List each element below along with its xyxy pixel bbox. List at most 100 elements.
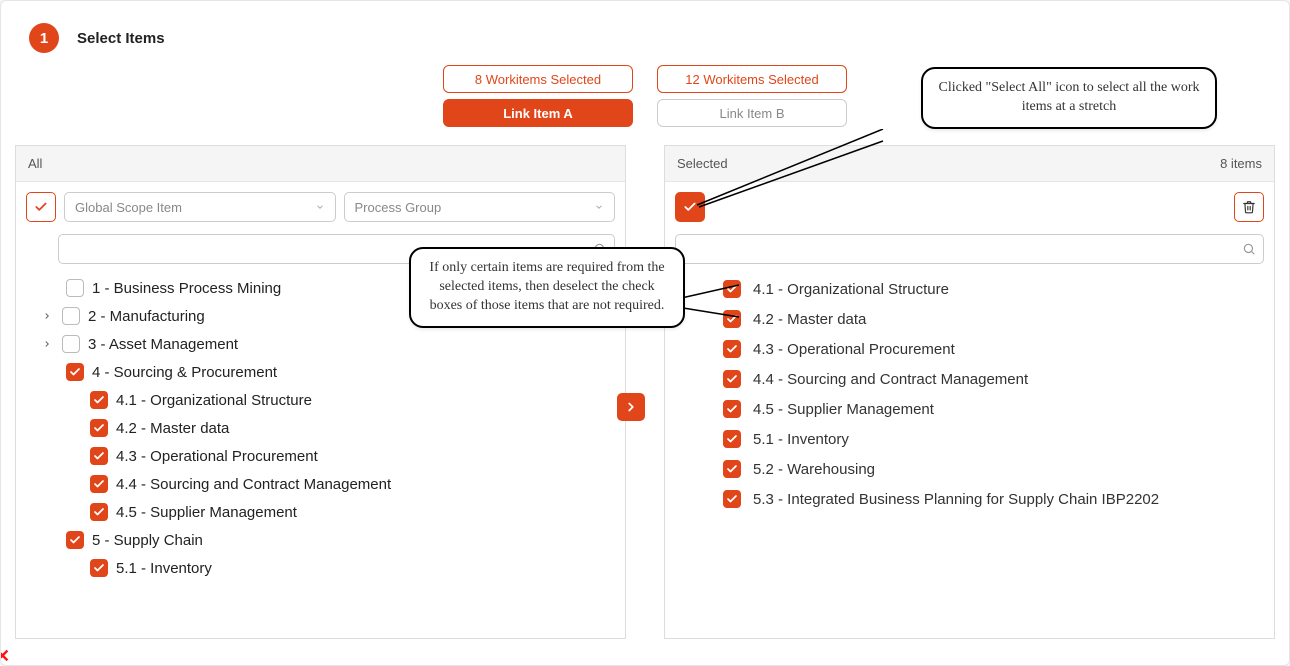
tree-item-label: 3 - Asset Management xyxy=(88,336,238,353)
step-number-badge: 1 xyxy=(29,23,59,53)
selected-head-label: Selected xyxy=(677,156,728,171)
tree-item-label: 4 - Sourcing & Procurement xyxy=(92,364,277,381)
item-checkbox[interactable] xyxy=(723,370,741,388)
all-items-head-label: All xyxy=(28,156,42,171)
tree-item-label: 1 - Business Process Mining xyxy=(92,280,281,297)
item-checkbox[interactable] xyxy=(723,310,741,328)
tree-row[interactable]: 4.3 - Operational Procurement xyxy=(26,442,609,470)
tree-row[interactable]: 4.1 - Organizational Structure xyxy=(26,386,609,414)
delete-selected-button[interactable] xyxy=(1234,192,1264,222)
annotation-text: If only certain items are required from … xyxy=(429,260,664,313)
select-all-left-button[interactable] xyxy=(26,192,56,222)
item-checkbox[interactable] xyxy=(62,307,80,325)
tree-item-label: 4.4 - Sourcing and Contract Management xyxy=(116,476,391,493)
selected-row[interactable]: 5.3 - Integrated Business Planning for S… xyxy=(723,484,1264,514)
link-item-a-col: 8 Workitems Selected Link Item A xyxy=(443,65,633,127)
item-checkbox[interactable] xyxy=(62,335,80,353)
trash-icon xyxy=(1242,200,1256,214)
step-title: Select Items xyxy=(77,30,165,47)
page-root: 1 Select Items 8 Workitems Selected Link… xyxy=(0,0,1290,666)
workitems-b-count-label: 12 Workitems Selected xyxy=(685,72,818,87)
tree-item-label: 2 - Manufacturing xyxy=(88,308,205,325)
selected-row[interactable]: 5.2 - Warehousing xyxy=(723,454,1264,484)
selected-items-panel-body: 4.1 - Organizational Structure 4.2 - Mast… xyxy=(665,182,1274,638)
link-item-b-button[interactable]: Link Item B xyxy=(657,99,847,127)
process-group-select[interactable]: Process Group xyxy=(344,192,616,222)
item-checkbox[interactable] xyxy=(723,490,741,508)
item-checkbox[interactable] xyxy=(90,419,108,437)
selected-item-label: 4.1 - Organizational Structure xyxy=(753,281,949,298)
selected-row[interactable]: 4.5 - Supplier Management xyxy=(723,394,1264,424)
item-checkbox[interactable] xyxy=(66,279,84,297)
check-icon xyxy=(34,200,48,214)
tree-item-label: 4.1 - Organizational Structure xyxy=(116,392,312,409)
workitems-b-count-pill[interactable]: 12 Workitems Selected xyxy=(657,65,847,93)
chevron-down-icon xyxy=(594,202,604,212)
all-items-toolbar: Global Scope Item Process Group xyxy=(26,192,615,222)
tree-row[interactable]: 4 - Sourcing & Procurement xyxy=(26,358,609,386)
selected-row[interactable]: 4.1 - Organizational Structure xyxy=(723,274,1264,304)
selected-item-label: 5.3 - Integrated Business Planning for S… xyxy=(753,491,1159,508)
tree-row[interactable]: 5.1 - Inventory xyxy=(26,554,609,582)
item-checkbox[interactable] xyxy=(90,559,108,577)
chevron-down-icon xyxy=(315,202,325,212)
selected-items-panel-head: Selected 8 items xyxy=(665,146,1274,182)
selected-item-label: 4.2 - Master data xyxy=(753,311,866,328)
global-scope-select[interactable]: Global Scope Item xyxy=(64,192,336,222)
selected-toolbar xyxy=(675,192,1264,222)
link-item-b-label: Link Item B xyxy=(719,106,784,121)
all-items-panel-head: All xyxy=(16,146,625,182)
tree-item-label: 4.5 - Supplier Management xyxy=(116,504,297,521)
tree-item-label: 5 - Supply Chain xyxy=(92,532,203,549)
transfer-right-button[interactable] xyxy=(617,393,645,421)
item-checkbox[interactable] xyxy=(90,475,108,493)
tree-row[interactable]: 5 - Supply Chain xyxy=(26,526,609,554)
selected-item-label: 5.1 - Inventory xyxy=(753,431,849,448)
item-checkbox[interactable] xyxy=(90,503,108,521)
tree-row[interactable]: 3 - Asset Management xyxy=(26,330,609,358)
corner-glyph: ✕ xyxy=(0,646,10,666)
selected-items-panel: Selected 8 items xyxy=(664,145,1275,639)
tree-row[interactable]: 4.4 - Sourcing and Contract Management xyxy=(26,470,609,498)
dual-list-panels: All Global Scope Item Process Group xyxy=(15,145,1275,639)
item-checkbox[interactable] xyxy=(66,363,84,381)
link-item-b-col: 12 Workitems Selected Link Item B xyxy=(657,65,847,127)
all-items-tree[interactable]: 1 - Business Process Mining 2 - Manufactu… xyxy=(26,274,615,636)
selected-count-label: 8 items xyxy=(1220,156,1262,171)
annotation-text: Clicked "Select All" icon to select all … xyxy=(938,80,1199,114)
tree-item-label: 4.2 - Master data xyxy=(116,420,229,437)
item-checkbox[interactable] xyxy=(90,391,108,409)
item-checkbox[interactable] xyxy=(66,531,84,549)
chevron-right-icon[interactable] xyxy=(42,339,54,349)
selected-row[interactable]: 4.2 - Master data xyxy=(723,304,1264,334)
selected-search-input[interactable] xyxy=(675,234,1264,264)
selected-item-label: 5.2 - Warehousing xyxy=(753,461,875,478)
workitems-a-count-label: 8 Workitems Selected xyxy=(475,72,601,87)
item-checkbox[interactable] xyxy=(723,280,741,298)
step-number: 1 xyxy=(40,30,48,47)
selected-row[interactable]: 4.4 - Sourcing and Contract Management xyxy=(723,364,1264,394)
annotation-callout-select-all: Clicked "Select All" icon to select all … xyxy=(921,67,1217,129)
item-checkbox[interactable] xyxy=(723,460,741,478)
tree-row[interactable]: 4.5 - Supplier Management xyxy=(26,498,609,526)
link-item-a-button[interactable]: Link Item A xyxy=(443,99,633,127)
workitems-a-count-pill[interactable]: 8 Workitems Selected xyxy=(443,65,633,93)
item-checkbox[interactable] xyxy=(723,430,741,448)
tree-item-label: 4.3 - Operational Procurement xyxy=(116,448,318,465)
selected-items-list[interactable]: 4.1 - Organizational Structure 4.2 - Mast… xyxy=(675,274,1264,612)
chevron-right-icon[interactable] xyxy=(42,311,54,321)
item-checkbox[interactable] xyxy=(90,447,108,465)
item-checkbox[interactable] xyxy=(723,340,741,358)
selected-row[interactable]: 5.1 - Inventory xyxy=(723,424,1264,454)
global-scope-placeholder: Global Scope Item xyxy=(75,200,182,215)
annotation-callout-deselect: If only certain items are required from … xyxy=(409,247,685,328)
item-checkbox[interactable] xyxy=(723,400,741,418)
chevron-right-icon xyxy=(624,400,638,414)
process-group-placeholder: Process Group xyxy=(355,200,442,215)
selected-row[interactable]: 4.3 - Operational Procurement xyxy=(723,334,1264,364)
select-all-right-button[interactable] xyxy=(675,192,705,222)
check-icon xyxy=(683,200,697,214)
selected-item-label: 4.4 - Sourcing and Contract Management xyxy=(753,371,1028,388)
tree-row[interactable]: 4.2 - Master data xyxy=(26,414,609,442)
tree-item-label: 5.1 - Inventory xyxy=(116,560,212,577)
